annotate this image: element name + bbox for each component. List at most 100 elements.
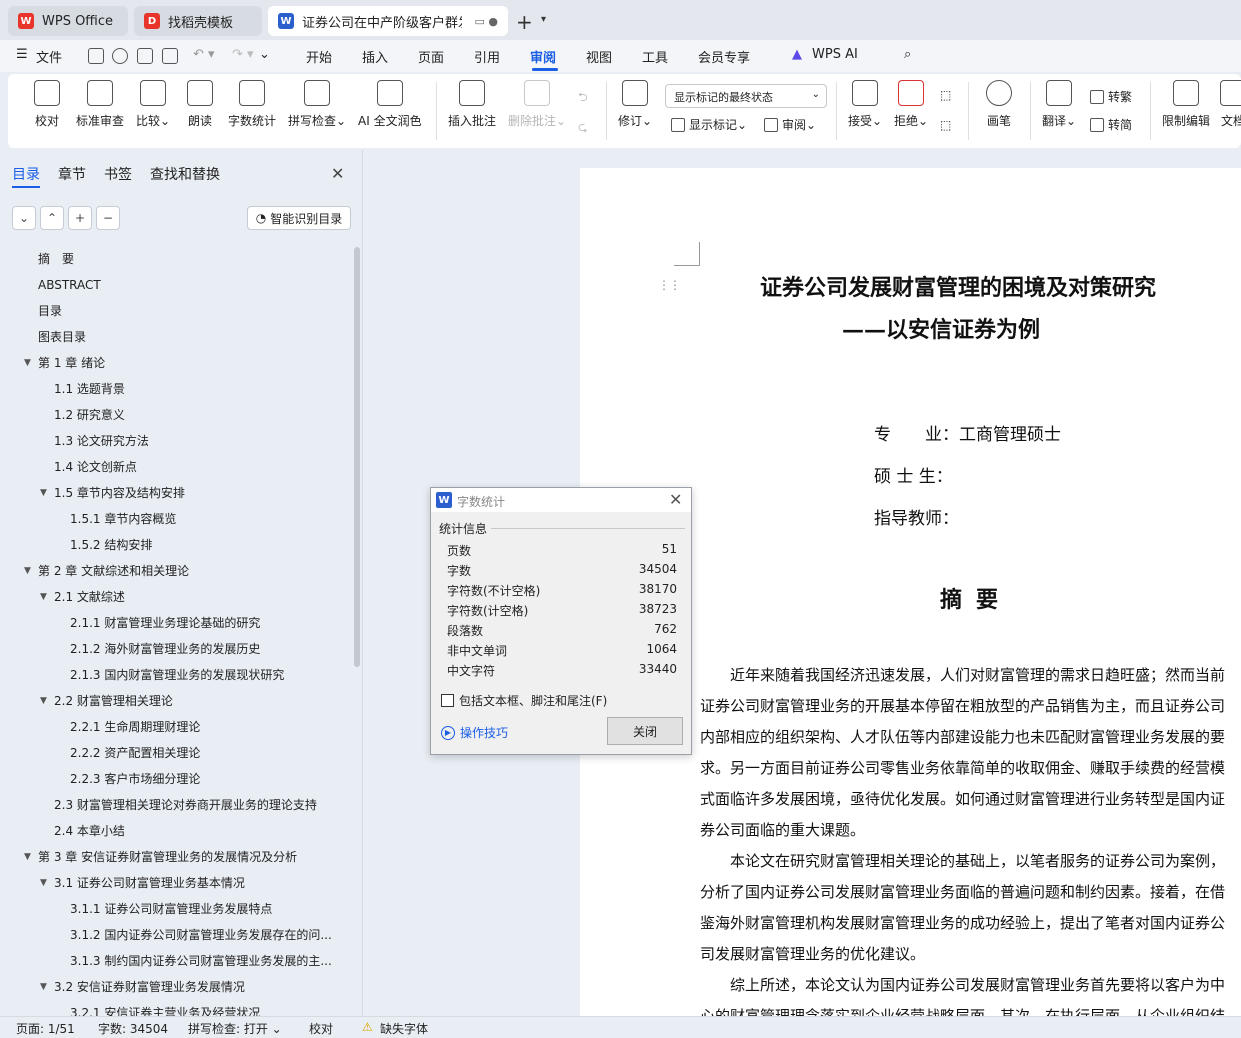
- close-button[interactable]: 关闭: [607, 717, 683, 745]
- restrict-edit-button[interactable]: 限制编辑: [1162, 80, 1210, 129]
- spell-check-status[interactable]: 拼写检查: 打开 ⌄: [188, 1020, 282, 1037]
- toc-item[interactable]: 第 2 章 文献综述和相关理论: [38, 558, 345, 584]
- toc-item[interactable]: 1.3 论文研究方法: [54, 428, 345, 454]
- toc-scrollbar[interactable]: [354, 247, 360, 667]
- remove-heading-button[interactable]: −: [96, 206, 120, 230]
- smart-toc-button[interactable]: ◔ 智能识别目录: [247, 206, 351, 230]
- menu-insert[interactable]: 插入: [362, 47, 388, 66]
- spell-check-button[interactable]: 拼写检查⌄: [288, 80, 346, 129]
- toc-item[interactable]: 1.5.1 章节内容概览: [70, 506, 345, 532]
- previous-change-icon[interactable]: ⬚: [940, 88, 951, 102]
- toc-item[interactable]: 1.1 选题背景: [54, 376, 345, 402]
- reject-button[interactable]: 拒绝⌄: [894, 80, 928, 129]
- insert-comment-button[interactable]: 插入批注: [448, 80, 496, 129]
- toc-item[interactable]: 第 3 章 安信证券财富管理业务的发展情况及分析: [38, 844, 345, 870]
- print-icon[interactable]: [137, 48, 153, 64]
- export-icon[interactable]: [112, 48, 128, 64]
- document-more-button[interactable]: 文档: [1220, 80, 1241, 129]
- next-comment-icon[interactable]: ⮎: [578, 118, 588, 139]
- missing-font-status[interactable]: 缺失字体: [380, 1020, 428, 1037]
- toc-item[interactable]: 1.2 研究意义: [54, 402, 345, 428]
- accept-button[interactable]: 接受⌄: [848, 80, 882, 129]
- tab-docer-templates[interactable]: D 找稻壳模板: [134, 6, 262, 36]
- toc-item[interactable]: 3.1.2 国内证券公司财富管理业务发展存在的问...: [70, 922, 345, 948]
- track-changes-button[interactable]: 修订⌄: [618, 80, 652, 129]
- toc-item[interactable]: 3.1.1 证券公司财富管理业务发展特点: [70, 896, 345, 922]
- print-preview-icon[interactable]: [162, 48, 178, 64]
- expand-toggle-icon[interactable]: ▼: [24, 844, 31, 870]
- more-quick-access-icon[interactable]: ⌄: [259, 47, 270, 62]
- collapse-all-button[interactable]: ⌄: [12, 206, 36, 230]
- read-aloud-button[interactable]: 朗读: [187, 80, 213, 129]
- search-icon[interactable]: ⌕: [904, 47, 911, 62]
- toc-item[interactable]: 2.3 财富管理相关理论对券商开展业务的理论支持: [54, 792, 345, 818]
- add-heading-button[interactable]: +: [68, 206, 92, 230]
- proofread-button[interactable]: 校对: [34, 80, 60, 129]
- proofread-status[interactable]: 校对: [309, 1020, 333, 1037]
- tab-toc[interactable]: 目录: [12, 164, 40, 184]
- new-tab-icon[interactable]: +: [516, 10, 533, 34]
- menu-view[interactable]: 视图: [586, 47, 612, 66]
- undo-icon[interactable]: ↶ ▾: [193, 47, 215, 62]
- page-indicator[interactable]: 页面: 1/51: [16, 1020, 75, 1037]
- menu-start[interactable]: 开始: [306, 47, 332, 66]
- toc-item[interactable]: 2.1.1 财富管理业务理论基础的研究: [70, 610, 345, 636]
- toc-item[interactable]: 2.1.3 国内财富管理业务的发展现状研究: [70, 662, 345, 688]
- ai-polish-button[interactable]: AI 全文润色: [358, 80, 422, 129]
- menu-review[interactable]: 审阅: [530, 47, 556, 66]
- toc-item[interactable]: 3.1 证券公司财富管理业务基本情况: [54, 870, 345, 896]
- expand-toggle-icon[interactable]: ▼: [24, 350, 31, 376]
- menu-tools[interactable]: 工具: [642, 47, 668, 66]
- menu-wps-ai[interactable]: WPS AI: [812, 47, 858, 62]
- delete-comment-button[interactable]: 删除批注⌄: [508, 80, 566, 129]
- include-textbox-checkbox[interactable]: 包括文本框、脚注和尾注(F): [441, 692, 607, 709]
- expand-toggle-icon[interactable]: ▼: [40, 688, 47, 714]
- pen-button[interactable]: 画笔: [986, 80, 1012, 129]
- expand-toggle-icon[interactable]: ▼: [40, 870, 47, 896]
- markup-state-select[interactable]: 显示标记的最终状态 ⌄: [665, 84, 827, 108]
- toc-item[interactable]: 图表目录: [38, 324, 345, 350]
- toc-item[interactable]: 1.5.2 结构安排: [70, 532, 345, 558]
- toc-item[interactable]: 第 1 章 绪论: [38, 350, 345, 376]
- save-icon[interactable]: [88, 48, 104, 64]
- toc-item[interactable]: 2.2 财富管理相关理论: [54, 688, 345, 714]
- toc-item[interactable]: 2.2.1 生命周期理财理论: [70, 714, 345, 740]
- tab-bookmarks[interactable]: 书签: [104, 164, 132, 184]
- to-simplified-button[interactable]: 转简: [1090, 116, 1132, 133]
- toc-item[interactable]: 摘 要: [38, 246, 345, 272]
- toc-item[interactable]: 目录: [38, 298, 345, 324]
- compare-button[interactable]: 比较⌄: [136, 80, 170, 129]
- tab-find-replace[interactable]: 查找和替换: [150, 164, 220, 184]
- toc-item[interactable]: 3.1.3 制约国内证券公司财富管理业务发展的主...: [70, 948, 345, 974]
- expand-toggle-icon[interactable]: ▼: [40, 974, 47, 1000]
- redo-icon[interactable]: ↷ ▾: [232, 47, 254, 62]
- standard-review-button[interactable]: 标准审查: [76, 80, 124, 129]
- toc-item[interactable]: 3.2.1 安信证券主营业务及经营状况: [70, 1000, 345, 1016]
- drag-handle-icon[interactable]: ⋮⋮: [658, 278, 681, 292]
- menu-page[interactable]: 页面: [418, 47, 444, 66]
- toc-item[interactable]: 2.1.2 海外财富管理业务的发展历史: [70, 636, 345, 662]
- close-icon[interactable]: ✕: [331, 164, 344, 183]
- close-icon[interactable]: ✕: [669, 490, 682, 509]
- toc-item[interactable]: 2.2.2 资产配置相关理论: [70, 740, 345, 766]
- review-pane-button[interactable]: 审阅 ⌄: [764, 116, 816, 133]
- tips-link[interactable]: ▶ 操作技巧: [441, 724, 508, 741]
- toc-item[interactable]: 1.5 章节内容及结构安排: [54, 480, 345, 506]
- tab-document[interactable]: W 证券公司在中产阶级客户群发展 ▭ ●: [268, 6, 508, 36]
- toc-item[interactable]: 2.1 文献综述: [54, 584, 345, 610]
- toc-item[interactable]: 3.2 安信证券财富管理业务发展情况: [54, 974, 345, 1000]
- previous-comment-icon[interactable]: ⮌: [578, 88, 588, 109]
- tab-wps-office[interactable]: W WPS Office: [8, 6, 128, 36]
- expand-toggle-icon[interactable]: ▼: [40, 584, 47, 610]
- expand-toggle-icon[interactable]: ▼: [40, 480, 47, 506]
- toc-item[interactable]: ABSTRACT: [38, 272, 345, 298]
- translate-button[interactable]: 翻译⌄: [1042, 80, 1076, 129]
- menu-member[interactable]: 会员专享: [698, 47, 750, 66]
- word-count-button[interactable]: 字数统计: [228, 80, 276, 129]
- expand-up-button[interactable]: ⌃: [40, 206, 64, 230]
- show-markup-button[interactable]: 显示标记 ⌄: [671, 116, 747, 133]
- chevron-down-icon[interactable]: ▾: [541, 14, 546, 25]
- to-traditional-button[interactable]: 转繁: [1090, 88, 1132, 105]
- toc-item[interactable]: 2.2.3 客户市场细分理论: [70, 766, 345, 792]
- menu-reference[interactable]: 引用: [474, 47, 500, 66]
